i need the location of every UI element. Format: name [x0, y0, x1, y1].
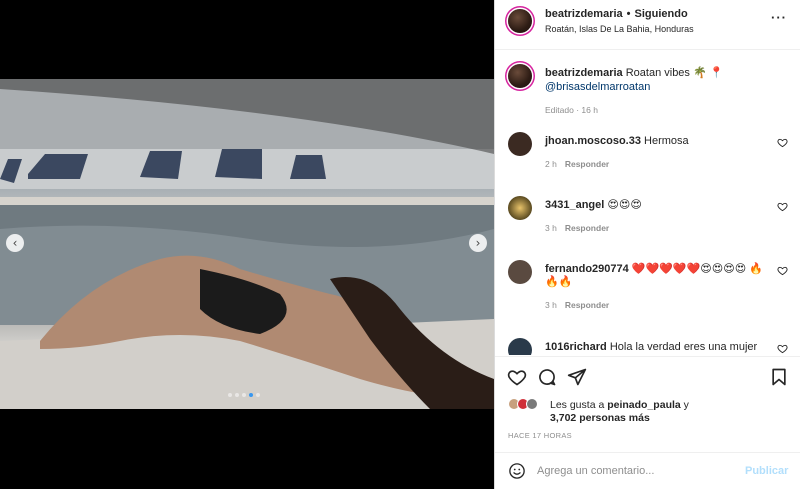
share-send-icon[interactable] — [567, 367, 587, 387]
comment-time: 3 h — [545, 300, 557, 310]
likes-suffix: y — [683, 399, 689, 411]
instagram-post-modal: ‹ › beatrizdemaria • Siguiendo Roatán, Isl… — [0, 0, 800, 489]
likes-line: Les gusta a peinado_paula y — [550, 399, 689, 411]
post-photo-illustration — [0, 79, 494, 409]
post-timestamp[interactable]: HACE 17 HORAS — [508, 431, 572, 440]
separator-dot: • — [626, 8, 631, 20]
carousel-dot — [256, 393, 260, 397]
post-side-panel: beatrizdemaria • Siguiendo Roatán, Islas D… — [494, 0, 800, 489]
comment-avatar[interactable] — [508, 260, 532, 284]
previous-slide-button[interactable]: ‹ — [6, 234, 24, 252]
post-header: beatrizdemaria • Siguiendo Roatán, Islas D… — [495, 0, 800, 50]
liker-avatars[interactable] — [508, 398, 544, 412]
comment-body: jhoan.moscoso.33 Hermosa — [545, 135, 765, 148]
heart-icon[interactable] — [777, 343, 788, 354]
author-avatar[interactable] — [508, 9, 532, 33]
comment-body: 3431_angel 😍😍😍 — [545, 199, 765, 212]
carousel-indicator — [228, 393, 260, 397]
heart-icon[interactable] — [777, 137, 788, 148]
comment-avatar[interactable] — [508, 132, 532, 156]
publish-button[interactable]: Publicar — [745, 465, 788, 477]
heart-icon[interactable] — [777, 265, 788, 276]
carousel-dot — [242, 393, 246, 397]
comment-text: Hola la verdad eres una mujer — [609, 341, 758, 353]
reply-button[interactable]: Responder — [565, 223, 609, 233]
liker-username[interactable]: peinado_paula — [607, 399, 681, 411]
caption-mention-link[interactable]: @brisasdelmarroatan — [545, 81, 650, 93]
comment-composer: Publicar — [495, 452, 800, 489]
carousel-dot — [235, 393, 239, 397]
action-bar — [495, 356, 800, 396]
author-line: beatrizdemaria • Siguiendo — [545, 8, 688, 20]
carousel-dot-active — [249, 393, 253, 397]
comment-avatar[interactable] — [508, 196, 532, 220]
comment-text: 😍😍😍 — [607, 199, 642, 211]
bookmark-icon[interactable] — [769, 367, 789, 387]
heart-icon[interactable] — [777, 201, 788, 212]
next-slide-button[interactable]: › — [469, 234, 487, 252]
comment-meta: 2 h Responder — [545, 159, 609, 169]
likes-prefix: Les gusta a — [550, 399, 605, 411]
like-heart-icon[interactable] — [507, 367, 527, 387]
follow-status-button[interactable]: Siguiendo — [635, 8, 688, 20]
media-viewer: ‹ › — [0, 0, 494, 489]
likes-count-link[interactable]: 3,702 personas más — [550, 412, 650, 424]
comment-meta: 3 h Responder — [545, 300, 609, 310]
caption-text: Roatan vibes 🌴 📍 — [625, 67, 724, 79]
comment-avatar[interactable] — [508, 338, 532, 355]
comment-body: 1016richard Hola la verdad eres una muje… — [545, 341, 765, 354]
post-photo — [0, 79, 494, 409]
comment-icon[interactable] — [537, 367, 557, 387]
comments-list[interactable]: beatrizdemaria Roatan vibes 🌴 📍 @brisasd… — [495, 51, 800, 355]
caption: beatrizdemaria Roatan vibes 🌴 📍 @brisasd… — [545, 66, 775, 94]
more-horizontal-icon[interactable]: ··· — [771, 10, 787, 25]
comment-username[interactable]: 3431_angel — [545, 199, 604, 211]
emoji-icon[interactable] — [508, 462, 526, 480]
caption-time: Editado · 16 h — [545, 105, 598, 115]
post-location[interactable]: Roatán, Islas De La Bahia, Honduras — [545, 24, 694, 34]
comment-username[interactable]: fernando290774 — [545, 263, 629, 275]
caption-avatar[interactable] — [508, 64, 532, 88]
comment-input[interactable] — [537, 461, 737, 481]
reply-button[interactable]: Responder — [565, 159, 609, 169]
comment-username[interactable]: jhoan.moscoso.33 — [545, 135, 641, 147]
comment-text: Hermosa — [644, 135, 689, 147]
author-username[interactable]: beatrizdemaria — [545, 8, 623, 20]
comment-body: fernando290774 ❤️❤️❤️❤️❤️😍😍😍😍 🔥🔥🔥 — [545, 263, 765, 289]
comment-time: 2 h — [545, 159, 557, 169]
caption-username[interactable]: beatrizdemaria — [545, 67, 623, 79]
carousel-dot — [228, 393, 232, 397]
reply-button[interactable]: Responder — [565, 300, 609, 310]
comment-username[interactable]: 1016richard — [545, 341, 607, 353]
liker-avatar — [526, 398, 538, 410]
comment-meta: 3 h Responder — [545, 223, 609, 233]
comment-time: 3 h — [545, 223, 557, 233]
